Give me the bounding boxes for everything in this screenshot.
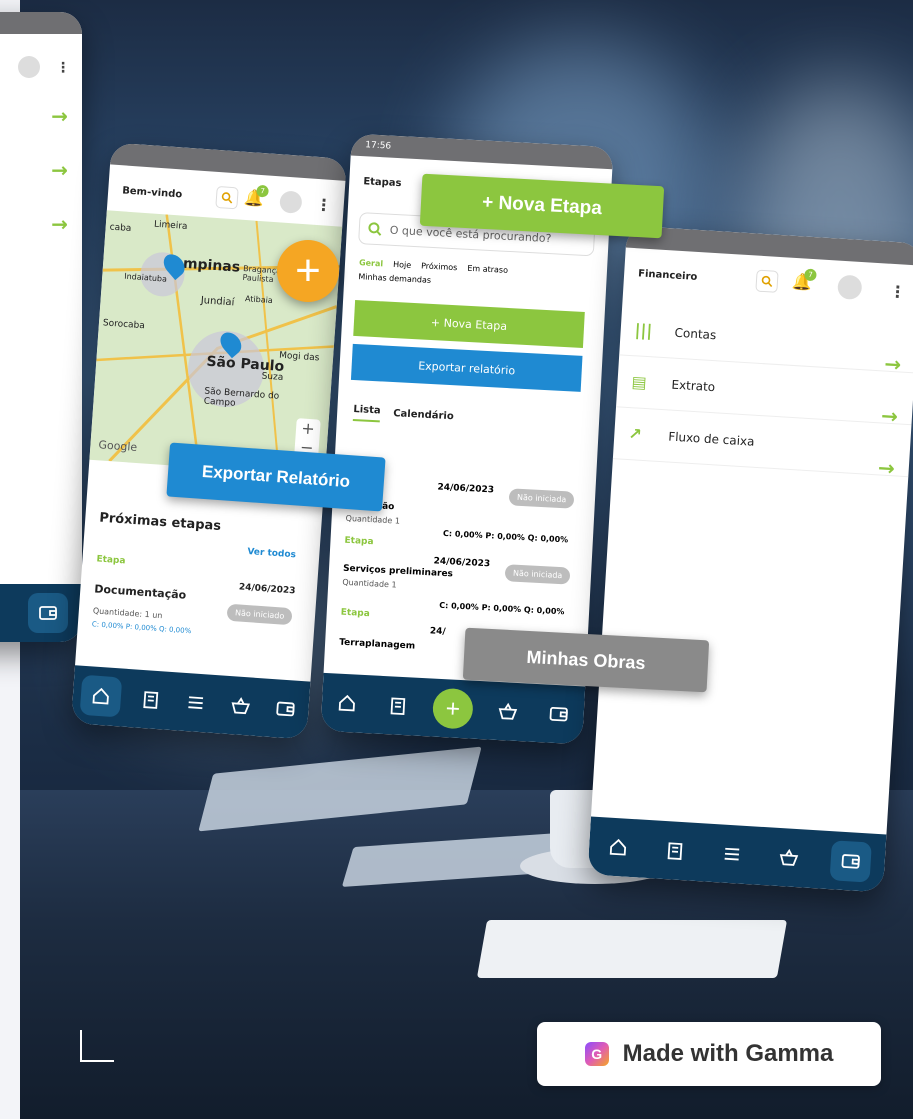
- building-icon[interactable]: [382, 690, 414, 722]
- status-badge: Não iniciada: [504, 564, 571, 585]
- tab-calendar[interactable]: Calendário: [393, 408, 454, 422]
- finance-row-label: Extrato: [671, 377, 716, 394]
- more-icon[interactable]: ⋮: [56, 60, 70, 76]
- home-icon[interactable]: [602, 831, 634, 863]
- arrow-icon[interactable]: →: [51, 104, 68, 128]
- item-name: Documentação: [93, 582, 187, 602]
- gamma-label: Made with Gamma: [622, 1040, 834, 1067]
- map-label: Suza: [261, 371, 284, 384]
- wallet-icon[interactable]: [543, 698, 575, 730]
- search-icon: [368, 222, 382, 236]
- filter-tab[interactable]: Minhas demandas: [358, 272, 431, 285]
- made-with-gamma-badge[interactable]: G Made with Gamma: [537, 1022, 881, 1086]
- row-quantity: Quantidade 1: [342, 577, 397, 590]
- notification-badge: 7: [804, 268, 817, 282]
- arrow-icon[interactable]: →: [51, 212, 68, 236]
- avatar[interactable]: [837, 274, 863, 300]
- filter-tab[interactable]: Próximos: [421, 261, 458, 272]
- home-icon[interactable]: [79, 674, 122, 718]
- new-stage-button[interactable]: + Nova Etapa: [353, 299, 585, 348]
- more-icon[interactable]: ⋮: [315, 195, 332, 215]
- item-stats: C: 0,00% P: 0,00% Q: 0,00%: [91, 620, 192, 636]
- see-all-link[interactable]: Ver todos: [247, 547, 296, 560]
- barcode-icon: |||: [634, 320, 653, 341]
- page-title: Bem-vindo: [121, 185, 183, 201]
- arrow-icon[interactable]: →: [51, 158, 68, 182]
- row-stage-label: Etapa: [344, 535, 374, 548]
- item-quantity: Quantidade: 1 un: [92, 606, 163, 621]
- filter-tab[interactable]: Em atraso: [467, 264, 508, 275]
- stage-label: Etapa: [96, 554, 126, 567]
- row-stats: C: 0,00% P: 0,00% Q: 0,00%: [442, 528, 569, 545]
- building-icon[interactable]: [659, 835, 691, 867]
- home-icon[interactable]: [331, 687, 363, 719]
- status-badge: Não iniciado: [226, 603, 293, 626]
- finance-list: ||| Contas → ▤ Extrato → ↗ Fluxo de caix…: [612, 303, 913, 480]
- avatar[interactable]: [279, 190, 303, 214]
- tab-list[interactable]: Lista: [352, 404, 381, 423]
- status-bar: [0, 12, 82, 34]
- filter-tab[interactable]: Geral: [359, 258, 384, 268]
- finance-row-label: Contas: [674, 325, 717, 342]
- status-badge: Não iniciada: [508, 488, 575, 509]
- section-title: Próximas etapas: [98, 510, 222, 535]
- building-icon[interactable]: [135, 684, 167, 716]
- wallet-icon[interactable]: [270, 693, 302, 725]
- row-quantity: Quantidade 1: [345, 513, 401, 526]
- receipt-icon: ▤: [631, 372, 648, 393]
- arrow-icon[interactable]: →: [877, 455, 895, 480]
- trend-up-icon: ↗: [627, 424, 643, 444]
- phone-home: Bem-vindo 🔔 7 ⋮ Limeira caba Campinas Br…: [70, 142, 348, 740]
- row-stats: C: 0,00% P: 0,00% Q: 0,00%: [439, 600, 565, 617]
- basket-icon[interactable]: [492, 696, 524, 728]
- add-floating-icon[interactable]: +: [277, 240, 339, 302]
- basket-icon[interactable]: [773, 842, 805, 874]
- phone-financeiro: Financeiro 🔔 7 ⋮ ||| Contas → ▤ Extrato …: [587, 225, 913, 893]
- row-date: 24/06/2023: [433, 556, 491, 570]
- map-label: caba: [109, 222, 132, 235]
- search-icon[interactable]: [755, 269, 779, 293]
- list-icon[interactable]: [716, 838, 748, 870]
- gamma-logo-icon: G: [584, 1042, 609, 1066]
- search-icon[interactable]: [215, 185, 239, 210]
- corner-mark: [80, 1030, 82, 1062]
- notification-badge: 7: [256, 184, 269, 198]
- corner-mark: [80, 1060, 114, 1062]
- row-date: 24/: [429, 626, 446, 638]
- clock: 17:56: [364, 140, 392, 152]
- bottom-nav: [0, 584, 82, 642]
- add-icon[interactable]: [431, 687, 474, 730]
- map-label: Jundiaí: [200, 295, 235, 309]
- avatar: [18, 56, 40, 78]
- google-logo: Google: [98, 438, 138, 454]
- row-name: Terraplanagem: [338, 637, 416, 652]
- more-icon[interactable]: ⋮: [889, 282, 906, 302]
- page-title: Financeiro: [637, 268, 698, 283]
- row-date: 24/06/2023: [437, 482, 495, 496]
- wallet-icon[interactable]: [28, 593, 68, 633]
- item-date: 24/06/2023: [238, 582, 296, 597]
- basket-icon[interactable]: [225, 690, 257, 722]
- wallet-icon[interactable]: [829, 840, 873, 883]
- finance-row-label: Fluxo de caixa: [667, 428, 755, 449]
- list-icon[interactable]: [180, 687, 212, 719]
- map-label: Atibaia: [244, 294, 274, 306]
- phone-financeiro-partial: ⋮ → → →: [0, 12, 82, 642]
- row-stage-label: Etapa: [340, 607, 371, 620]
- export-report-button[interactable]: Exportar relatório: [350, 343, 583, 392]
- page-title: Etapas: [363, 176, 402, 190]
- notebook: [476, 920, 788, 978]
- slide-canvas: ⋮ → → → Bem-vindo 🔔 7 ⋮ Limeira caba Cam…: [0, 0, 913, 1119]
- filter-tab[interactable]: Hoje: [393, 260, 412, 270]
